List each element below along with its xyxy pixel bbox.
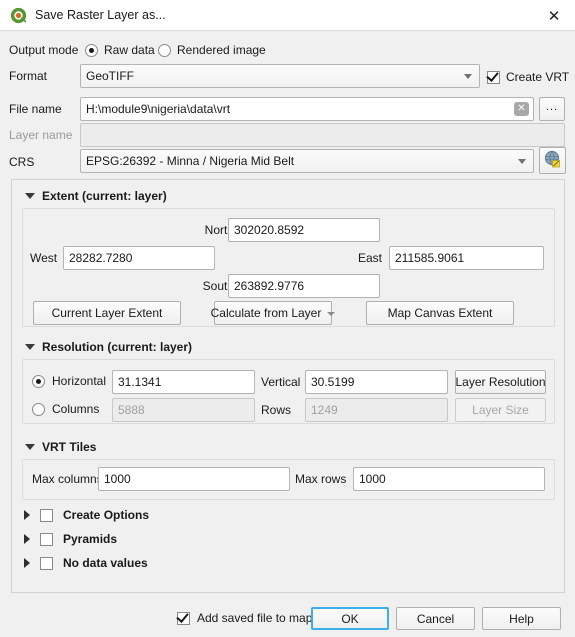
radio-rendered-image-indicator[interactable] [158,43,171,57]
file-name-input[interactable]: H:\module9\nigeria\data\vrt ✕ [80,97,534,121]
max-rows-label: Max rows [295,472,347,486]
resolution-vertical-input[interactable]: 30.5199 [305,370,448,394]
extent-west-label: West [30,251,58,265]
format-label: Format [9,69,48,83]
extent-south-value: 263892.9776 [234,279,305,293]
browse-file-button[interactable]: ... [539,97,565,121]
extent-east-label: East [358,251,383,265]
max-columns-label: Max columns [32,472,103,486]
qgis-logo-icon [10,7,27,24]
resolution-vertical-value: 30.5199 [311,375,355,389]
radio-raw-data-indicator[interactable] [85,43,98,57]
no-data-values-label: No data values [63,556,148,570]
select-crs-button[interactable] [539,147,566,174]
crs-combobox[interactable]: EPSG:26392 - Minna / Nigeria Mid Belt [80,149,534,173]
no-data-values-section-header[interactable]: No data values [24,554,148,572]
output-mode-row: Output mode [9,41,78,59]
output-mode-label: Output mode [9,43,79,57]
add-saved-file-label: Add saved file to map [197,611,313,625]
layer-name-label: Layer name [9,128,73,142]
calculate-from-layer-button[interactable]: Calculate from Layer [210,301,336,325]
window-titlebar: Save Raster Layer as... ✕ [0,0,575,31]
expand-arrow-right-icon[interactable] [24,534,30,544]
resolution-columns-input[interactable]: 5888 [112,398,255,422]
current-layer-extent-button[interactable]: Current Layer Extent [33,301,181,325]
extent-south-input[interactable]: 263892.9776 [228,274,380,298]
pyramids-checkbox[interactable] [40,532,53,546]
expand-arrow-right-icon[interactable] [24,558,30,568]
extent-group-title: Extent (current: layer) [42,189,167,203]
pyramids-section-header[interactable]: Pyramids [24,530,117,548]
resolution-radio-columns[interactable]: Columns [32,401,99,417]
close-icon[interactable]: ✕ [533,0,575,31]
max-rows-value: 1000 [359,472,386,486]
crs-combobox-value: EPSG:26392 - Minna / Nigeria Mid Belt [86,154,295,168]
output-mode-radio-rendered-image[interactable]: Rendered image [158,41,266,59]
expand-arrow-right-icon[interactable] [24,510,30,520]
cancel-button[interactable]: Cancel [396,607,475,630]
clear-x-icon[interactable]: ✕ [514,102,529,116]
resolution-group-header[interactable]: Resolution (current: layer) [25,340,192,354]
chevron-down-icon [464,74,472,79]
radio-raw-data-label: Raw data [104,43,155,57]
layer-name-input[interactable] [80,123,565,147]
extent-west-value: 28282.7280 [69,251,133,265]
max-columns-input[interactable]: 1000 [98,467,290,491]
create-vrt-label: Create VRT [506,70,570,84]
vrt-tiles-group-header[interactable]: VRT Tiles [25,440,96,454]
extent-north-value: 302020.8592 [234,223,305,237]
create-vrt-checkbox[interactable]: Create VRT [487,69,569,85]
crs-label: CRS [9,155,35,169]
resolution-horizontal-value: 31.1341 [118,375,162,389]
resolution-vertical-label: Vertical [261,375,301,389]
chevron-down-icon [518,159,526,164]
radio-columns-indicator[interactable] [32,402,45,416]
max-columns-value: 1000 [104,472,131,486]
pyramids-label: Pyramids [63,532,118,546]
extent-west-input[interactable]: 28282.7280 [63,246,215,270]
format-combobox[interactable]: GeoTIFF [80,64,480,88]
help-button[interactable]: Help [482,607,561,630]
resolution-rows-input[interactable]: 1249 [305,398,448,422]
resolution-horizontal-input[interactable]: 31.1341 [112,370,255,394]
file-name-label: File name [9,102,62,116]
resolution-rows-value: 1249 [311,403,338,417]
file-name-value: H:\module9\nigeria\data\vrt [86,102,231,116]
collapse-arrow-down-icon[interactable] [25,344,35,350]
no-data-values-checkbox[interactable] [40,556,53,570]
calculate-from-layer-label: Calculate from Layer [210,306,322,320]
create-options-checkbox[interactable] [40,508,53,522]
vrt-tiles-group-title: VRT Tiles [42,440,97,454]
output-mode-radio-raw-data[interactable]: Raw data [85,41,155,59]
create-options-label: Create Options [63,508,150,522]
layer-resolution-button[interactable]: Layer Resolution [455,370,546,394]
ok-button[interactable]: OK [311,607,389,630]
resolution-radio-horizontal[interactable]: Horizontal [32,373,106,389]
resolution-group-title: Resolution (current: layer) [42,340,193,354]
extent-group-header[interactable]: Extent (current: layer) [25,189,167,203]
format-combobox-value: GeoTIFF [86,69,135,83]
chevron-down-icon [327,311,336,316]
extent-north-input[interactable]: 302020.8592 [228,218,380,242]
max-rows-input[interactable]: 1000 [353,467,545,491]
collapse-arrow-down-icon[interactable] [25,193,35,199]
add-saved-file-checkbox-indicator[interactable] [177,611,190,625]
resolution-rows-label: Rows [261,403,292,417]
create-options-section-header[interactable]: Create Options [24,506,149,524]
collapse-arrow-down-icon[interactable] [25,444,35,450]
add-saved-file-checkbox[interactable]: Add saved file to map [177,609,312,627]
resolution-columns-value: 5888 [118,403,145,417]
resolution-horizontal-label: Horizontal [52,374,107,388]
extent-east-value: 211585.9061 [395,251,465,265]
layer-size-button[interactable]: Layer Size [455,398,546,422]
create-vrt-checkbox-indicator[interactable] [487,70,500,84]
radio-rendered-image-label: Rendered image [177,43,266,57]
extent-east-input[interactable]: 211585.9061 [389,246,544,270]
globe-crs-icon [544,150,562,171]
map-canvas-extent-button[interactable]: Map Canvas Extent [366,301,514,325]
radio-horizontal-indicator[interactable] [32,374,45,388]
window-title: Save Raster Layer as... [35,8,166,22]
resolution-columns-label: Columns [52,402,100,416]
